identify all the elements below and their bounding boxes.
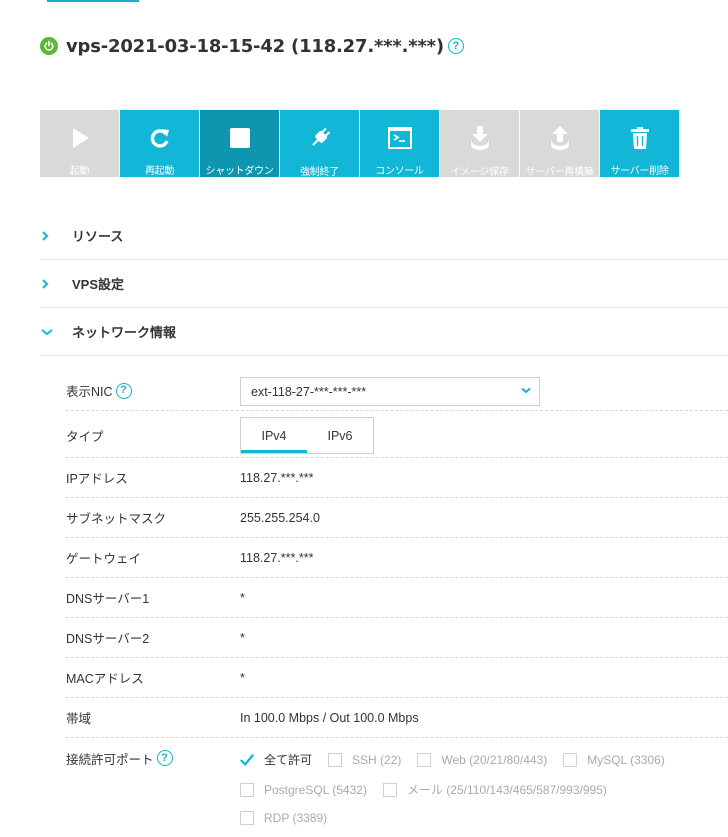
port-mail-checkbox[interactable]: メール (25/110/143/465/587/993/995) — [382, 781, 607, 798]
subnet-row: サブネットマスク 255.255.254.0 — [66, 498, 728, 538]
gateway-row: ゲートウェイ 118.27.***.*** — [66, 538, 728, 578]
port-web-label: Web (20/21/80/443) — [441, 752, 548, 767]
active-tab-indicator — [47, 0, 139, 2]
section-vps-settings[interactable]: VPS設定 — [40, 260, 728, 308]
ip-address-row: IPアドレス 118.27.***.*** — [66, 458, 728, 498]
checkbox-icon — [240, 811, 254, 825]
help-icon[interactable]: ? — [156, 750, 173, 766]
dns1-label: DNSサーバー1 — [66, 592, 150, 606]
mac-label: MACアドレス — [66, 672, 144, 686]
section-network-label: ネットワーク情報 — [72, 325, 177, 340]
port-mysql-label: MySQL (3306) — [587, 752, 665, 767]
rebuild-server-button-label: サーバー再構築 — [525, 167, 594, 178]
tab-ipv4[interactable]: IPv4 — [241, 418, 307, 453]
section-vps-settings-label: VPS設定 — [72, 277, 125, 292]
console-button-label: コンソール — [375, 166, 424, 177]
upload-icon — [547, 126, 573, 150]
save-image-button[interactable]: イメージ保存 — [440, 110, 519, 178]
port-rdp-checkbox[interactable]: RDP (3389) — [240, 811, 327, 825]
chevron-down-icon — [521, 385, 531, 397]
port-postgresql-label: PostgreSQL (5432) — [264, 782, 367, 797]
section-resource-label: リソース — [72, 229, 124, 244]
mac-row: MACアドレス * — [66, 658, 728, 698]
server-action-toolbar: 起動 再起動 シャットダウン 強制終了 コンソール イメージ保存 サーバー再構築… — [40, 110, 679, 178]
nic-label: 表示NIC — [66, 385, 113, 399]
checkbox-icon — [417, 752, 432, 767]
rebuild-server-button[interactable]: サーバー再構築 — [520, 110, 599, 178]
chevron-right-icon — [41, 230, 53, 241]
ports-line-1: 全て許可 SSH (22) Web (20/21/80/443) MySQL (… — [240, 751, 665, 768]
section-network[interactable]: ネットワーク情報 — [40, 308, 728, 356]
port-web-checkbox[interactable]: Web (20/21/80/443) — [417, 752, 548, 767]
chevron-down-icon — [41, 328, 53, 336]
start-button[interactable]: 起動 — [40, 110, 119, 177]
console-icon — [387, 126, 412, 149]
type-label: タイプ — [66, 430, 104, 444]
trash-icon — [630, 126, 650, 149]
tab-ipv6[interactable]: IPv6 — [307, 418, 373, 453]
checkbox-icon — [563, 752, 578, 767]
type-row: タイプ — [66, 418, 728, 458]
force-stop-button[interactable]: 強制終了 — [280, 110, 359, 178]
ports-line-3: RDP (3389) — [240, 811, 343, 825]
power-status-icon — [40, 37, 58, 55]
shutdown-button[interactable]: シャットダウン — [200, 110, 279, 177]
bandwidth-row: 帯域 In 100.0 Mbps / Out 100.0 Mbps — [66, 698, 728, 738]
port-all-checkbox[interactable]: 全て許可 — [240, 751, 312, 768]
port-rdp-label: RDP (3389) — [264, 811, 328, 825]
force-stop-button-label: 強制終了 — [300, 167, 339, 178]
server-title-row: vps-2021-03-18-15-42 (118.27.***.***) ? — [40, 34, 464, 58]
dns2-row: DNSサーバー2 * — [66, 618, 728, 658]
gateway-value: 118.27.***.*** — [240, 550, 314, 565]
subnet-label: サブネットマスク — [66, 512, 167, 526]
port-all-label: 全て許可 — [264, 753, 313, 767]
checkbox-checked-icon — [240, 752, 254, 767]
checkbox-icon — [382, 782, 397, 797]
dns2-label: DNSサーバー2 — [66, 632, 150, 646]
dns2-value: * — [240, 630, 245, 645]
nic-label-wrap: 表示NIC ? — [66, 381, 240, 400]
help-icon[interactable]: ? — [115, 382, 132, 399]
mac-value: * — [240, 670, 245, 685]
page-title: vps-2021-03-18-15-42 (118.27.***.***) — [66, 35, 444, 57]
delete-server-button-label: サーバー削除 — [610, 166, 669, 177]
download-icon — [467, 126, 493, 150]
port-postgresql-checkbox[interactable]: PostgreSQL (5432) — [240, 782, 367, 797]
help-icon[interactable]: ? — [447, 38, 464, 54]
checkbox-icon — [328, 752, 343, 767]
subnet-value: 255.255.254.0 — [240, 510, 320, 525]
checkbox-icon — [240, 782, 254, 797]
delete-server-button[interactable]: サーバー削除 — [600, 110, 679, 177]
gateway-label: ゲートウェイ — [66, 552, 142, 566]
port-ssh-label: SSH (22) — [352, 752, 402, 767]
restart-button[interactable]: 再起動 — [120, 110, 199, 177]
shutdown-button-label: シャットダウン — [205, 166, 274, 177]
dns1-value: * — [240, 590, 245, 605]
chevron-right-icon — [41, 278, 53, 289]
bandwidth-label: 帯域 — [66, 712, 92, 726]
ip-address-label: IPアドレス — [66, 472, 128, 486]
dns1-row: DNSサーバー1 * — [66, 578, 728, 618]
plug-icon — [308, 126, 332, 150]
nic-select[interactable]: ext-118-27-***-***-*** — [240, 377, 540, 406]
console-button[interactable]: コンソール — [360, 110, 439, 177]
port-mysql-checkbox[interactable]: MySQL (3306) — [563, 752, 665, 767]
port-ssh-checkbox[interactable]: SSH (22) — [328, 752, 402, 767]
port-mail-label: メール (25/110/143/465/587/993/995) — [406, 783, 607, 797]
stop-icon — [229, 126, 251, 149]
ip-version-tabs: IPv4 IPv6 — [240, 417, 374, 454]
nic-select-value: ext-118-27-***-***-*** — [251, 384, 367, 399]
restart-button-label: 再起動 — [144, 166, 175, 177]
bandwidth-value: In 100.0 Mbps / Out 100.0 Mbps — [240, 710, 419, 725]
restart-icon — [149, 126, 171, 149]
ports-line-2: PostgreSQL (5432) メール (25/110/143/465/58… — [240, 781, 623, 798]
ports-label-wrap: 接続許可ポート ? — [66, 749, 240, 768]
ports-label: 接続許可ポート — [66, 752, 154, 767]
section-resource[interactable]: リソース — [40, 212, 728, 260]
ip-address-value: 118.27.***.*** — [240, 470, 314, 485]
save-image-button-label: イメージ保存 — [450, 167, 509, 178]
start-button-label: 起動 — [69, 166, 90, 177]
play-icon — [69, 126, 91, 149]
